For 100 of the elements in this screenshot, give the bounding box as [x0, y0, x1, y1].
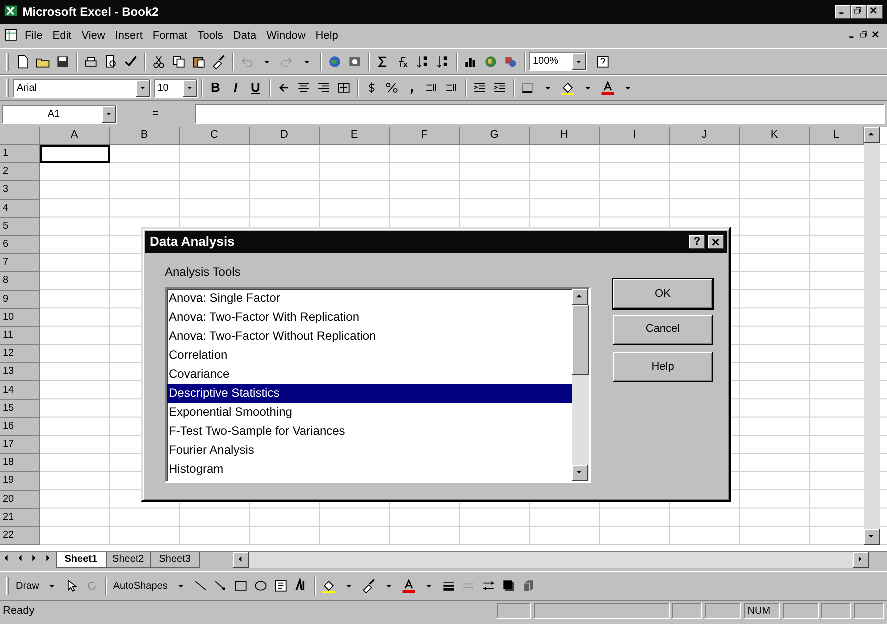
list-item[interactable]: Covariance [167, 364, 572, 384]
row-header[interactable]: 22 [0, 526, 40, 546]
cut-icon[interactable] [151, 54, 167, 70]
percent-icon[interactable] [384, 80, 400, 96]
row-header[interactable]: 3 [0, 181, 40, 200]
column-header[interactable]: C [180, 127, 250, 145]
fill-color-icon[interactable] [560, 80, 576, 96]
row-header[interactable]: 17 [0, 436, 40, 454]
menu-item[interactable]: Insert [110, 28, 148, 44]
column-header[interactable]: B [110, 127, 180, 145]
row-header[interactable]: 7 [0, 254, 40, 272]
list-item[interactable]: Anova: Two-Factor With Replication [167, 308, 572, 326]
spelling-icon[interactable] [123, 54, 139, 70]
menu-item[interactable]: Window [262, 28, 311, 44]
menu-item[interactable]: File [20, 28, 48, 44]
bold-button[interactable]: B [206, 78, 226, 98]
font-size-dropdown[interactable]: 10 [154, 78, 198, 98]
menu-item[interactable]: Format [148, 28, 193, 44]
shadow-icon[interactable] [500, 578, 517, 594]
font-dropdown[interactable]: Arial [13, 78, 151, 98]
column-header[interactable]: I [600, 127, 670, 145]
ok-button[interactable]: OK [613, 279, 713, 309]
list-item[interactable]: Descriptive Statistics [167, 384, 572, 402]
row-header[interactable]: 2 [0, 163, 40, 182]
list-item[interactable]: Fourier Analysis [167, 440, 572, 460]
underline-button[interactable]: U [246, 78, 266, 98]
column-header[interactable]: D [250, 127, 320, 145]
row-header[interactable]: 16 [0, 418, 40, 436]
row-header[interactable]: 13 [0, 363, 40, 382]
list-item[interactable]: F-Test Two-Sample for Variances [167, 422, 572, 440]
list-item[interactable]: Histogram [167, 460, 572, 478]
workbook-icon[interactable] [4, 28, 20, 44]
formula-input[interactable] [194, 104, 885, 124]
draw-menu-button[interactable]: Draw [13, 578, 42, 594]
column-header[interactable]: J [670, 127, 740, 145]
row-header[interactable]: 8 [0, 272, 40, 290]
sheet-tab[interactable]: Sheet3 [150, 552, 200, 568]
row-header[interactable]: 12 [0, 345, 40, 364]
cancel-button[interactable]: Cancel [613, 314, 713, 344]
column-header[interactable]: L [810, 127, 864, 145]
row-header[interactable]: 15 [0, 400, 40, 418]
italic-button[interactable]: I [226, 78, 246, 98]
column-header[interactable]: H [530, 127, 600, 145]
help-button[interactable]: ? [689, 235, 706, 249]
font-color-icon[interactable] [400, 578, 417, 594]
autoshapes-menu-button[interactable]: AutoShapes [110, 578, 171, 594]
menu-item[interactable]: Data [228, 28, 262, 44]
text-box-icon[interactable] [272, 578, 289, 594]
close-button[interactable]: × [708, 235, 724, 249]
column-header[interactable]: E [320, 127, 390, 145]
list-box[interactable] [165, 286, 591, 482]
help-icon[interactable] [595, 54, 611, 70]
merge-icon[interactable] [336, 80, 352, 96]
row-header[interactable]: 6 [0, 236, 40, 254]
active-cell[interactable] [40, 145, 110, 164]
status-panel [854, 603, 884, 619]
preview-icon[interactable] [103, 54, 119, 70]
row-header[interactable]: 9 [0, 290, 40, 309]
font-color-icon[interactable] [600, 80, 616, 96]
row-header[interactable]: 21 [0, 508, 40, 527]
scroll-thumb[interactable] [572, 304, 589, 374]
name-box[interactable]: A1 [2, 104, 117, 124]
equals-button[interactable]: = [120, 106, 192, 122]
window-title: Microsoft Excel - Book2 [22, 4, 159, 21]
new-icon[interactable] [15, 54, 31, 70]
status-panel [496, 603, 531, 619]
rectangle-icon[interactable] [232, 578, 249, 594]
sheet-tab[interactable]: Sheet1 [56, 552, 107, 568]
menu-item[interactable]: Help [310, 28, 344, 44]
row-header[interactable]: 10 [0, 308, 40, 327]
list-item[interactable]: Exponential Smoothing [167, 402, 572, 422]
row-header[interactable]: 14 [0, 381, 40, 400]
column-header[interactable]: F [390, 127, 460, 145]
column-header[interactable]: G [460, 127, 530, 145]
row-header[interactable]: 5 [0, 218, 40, 236]
menu-item[interactable]: Edit [48, 28, 77, 44]
list-item[interactable]: Anova: Single Factor [167, 288, 572, 308]
zoom-dropdown[interactable]: 100% [529, 52, 587, 71]
column-header[interactable]: K [740, 127, 810, 145]
column-header[interactable]: A [40, 127, 110, 145]
oval-icon[interactable] [252, 578, 269, 594]
borders-icon[interactable] [520, 80, 536, 96]
help-button[interactable]: Help [613, 352, 713, 382]
status-panel [672, 603, 702, 619]
row-header[interactable]: 20 [0, 490, 40, 509]
menu-item[interactable]: Tools [192, 28, 228, 44]
globe-icon[interactable] [327, 54, 343, 70]
row-header[interactable]: 1 [0, 145, 40, 164]
save-icon[interactable] [55, 54, 71, 70]
row-header[interactable]: 18 [0, 454, 40, 472]
fill-color-icon[interactable] [320, 578, 337, 594]
copy-icon[interactable] [171, 54, 187, 70]
row-header[interactable]: 11 [0, 326, 40, 346]
list-item[interactable]: Correlation [167, 346, 572, 364]
brush-icon[interactable] [211, 54, 227, 70]
list-item[interactable]: Anova: Two-Factor Without Replication [167, 326, 572, 346]
row-header[interactable]: 4 [0, 200, 40, 218]
menu-item[interactable]: View [76, 28, 110, 44]
row-header[interactable]: 19 [0, 472, 40, 491]
brush-icon[interactable] [360, 578, 377, 594]
